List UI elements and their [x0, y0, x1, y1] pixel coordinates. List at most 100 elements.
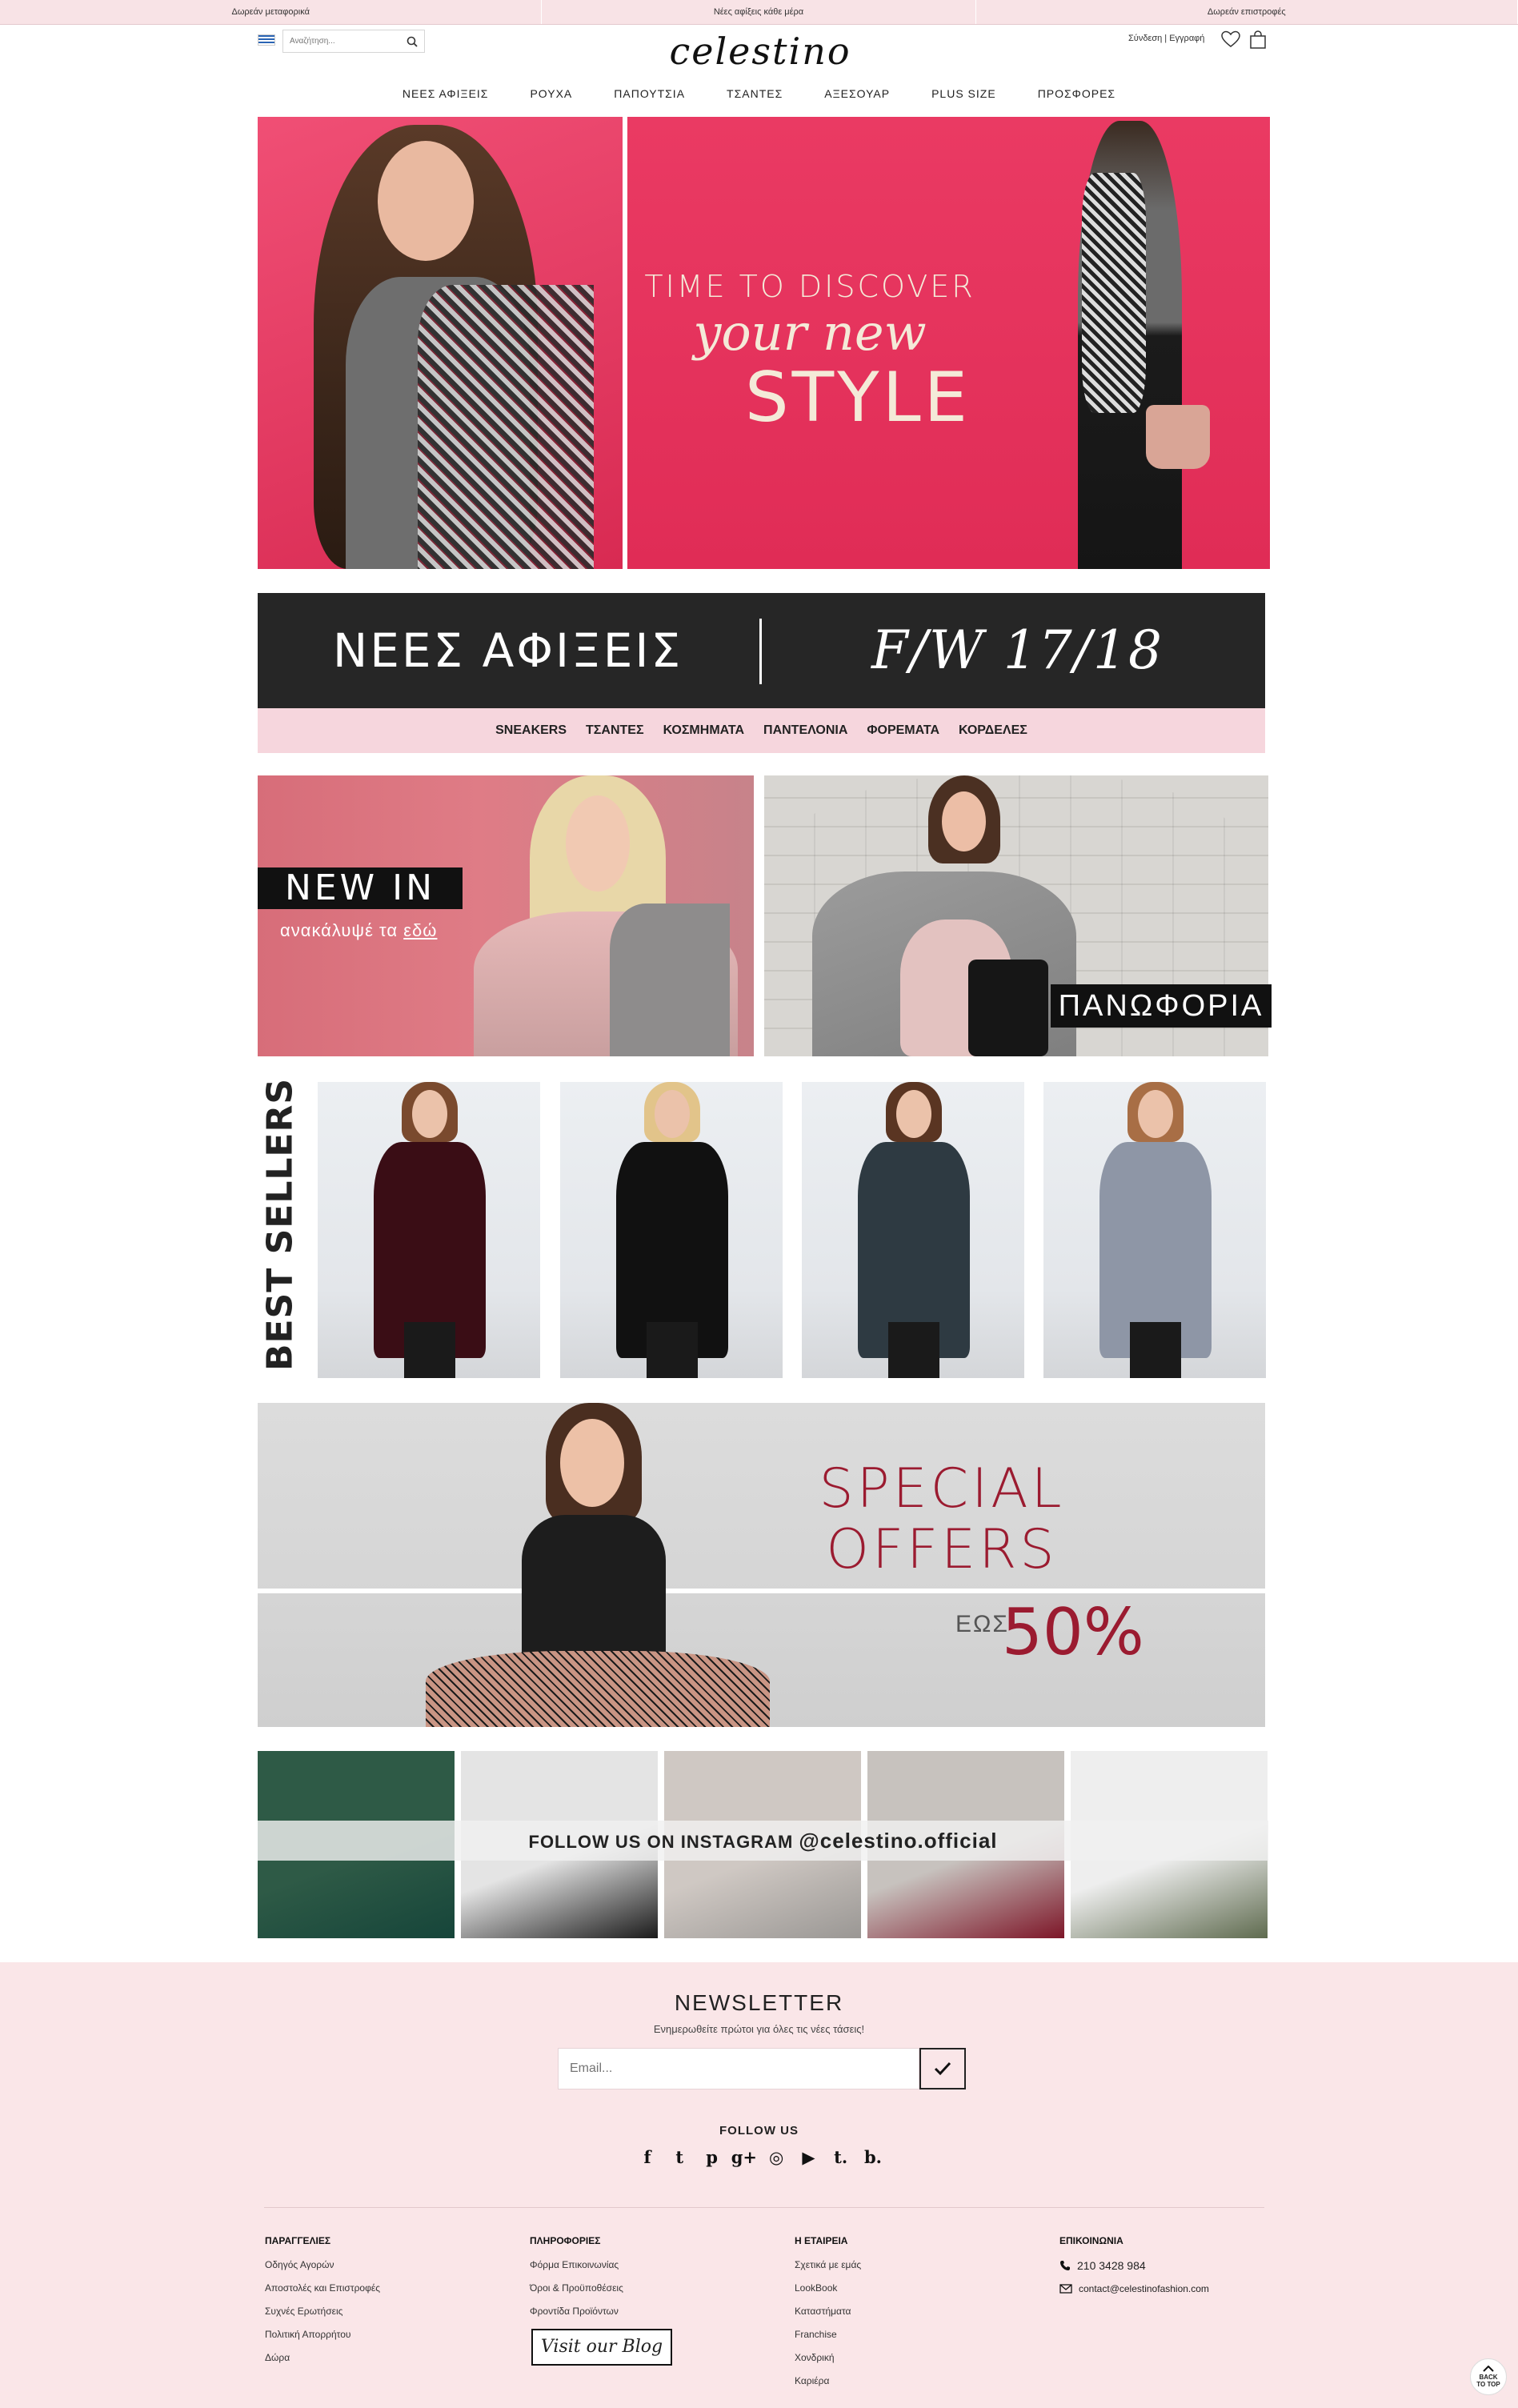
category-sneakers[interactable]: SNEAKERS: [495, 723, 567, 738]
new-in-model-collar: [610, 904, 730, 1056]
special-offers-banner[interactable]: SPECIAL OFFERS ΕΩΣ 50%: [258, 1403, 1265, 1727]
category-bags[interactable]: ΤΣΑΝΤΕΣ: [586, 723, 644, 738]
bestseller-product-3[interactable]: [802, 1082, 1024, 1378]
new-in-label[interactable]: NEW IN: [258, 867, 463, 909]
newsletter-submit-button[interactable]: [919, 2048, 966, 2089]
footer-link[interactable]: Φόρμα Επικοινωνίας: [530, 2259, 623, 2270]
bestseller-product-1[interactable]: [318, 1082, 540, 1378]
footer-link[interactable]: Οδηγός Αγορών: [265, 2259, 380, 2270]
visit-blog-button[interactable]: Visit our Blog: [531, 2329, 672, 2366]
bestseller-product-2[interactable]: [560, 1082, 783, 1378]
new-in-tile[interactable]: [258, 775, 754, 1056]
instagram-handle[interactable]: @celestino.official: [799, 1829, 997, 1853]
search-box: [282, 30, 425, 53]
footer-link[interactable]: Φροντίδα Προϊόντων: [530, 2306, 623, 2317]
newsletter-subtitle: Ενημερωθείτε πρώτοι για όλες τις νέες τά…: [653, 2023, 865, 2035]
footer-divider: [264, 2207, 1264, 2208]
outerwear-model-face: [942, 791, 986, 851]
new-in-model-face: [566, 795, 630, 891]
search-icon[interactable]: [407, 36, 418, 47]
category-trousers[interactable]: ΠΑΝΤΕΛΟΝΙΑ: [763, 723, 847, 738]
category-dresses[interactable]: ΦΟΡΕΜΑΤΑ: [867, 723, 939, 738]
footer-link[interactable]: Πολιτική Απορρήτου: [265, 2329, 380, 2340]
footer-link[interactable]: Καταστήματα: [795, 2306, 861, 2317]
tumblr-icon[interactable]: t.: [830, 2146, 852, 2168]
contact-phone-number[interactable]: 210 3428 984: [1077, 2259, 1146, 2272]
hero-line-2: your new: [693, 303, 927, 362]
phone-icon: [1060, 2261, 1070, 2270]
product-2-face: [655, 1090, 690, 1138]
nav-shoes[interactable]: ΠΑΠΟΥΤΣΙΑ: [593, 83, 706, 104]
contact-phone: 210 3428 984: [1059, 2259, 1209, 2272]
footer-link[interactable]: Franchise: [795, 2329, 861, 2340]
facebook-icon[interactable]: f: [636, 2146, 659, 2168]
footer-link[interactable]: Συχνές Ερωτήσεις: [265, 2306, 380, 2317]
product-2-legs: [647, 1322, 698, 1378]
nav-plus-size[interactable]: PLUS SIZE: [911, 83, 1017, 104]
footer-link[interactable]: Δώρα: [265, 2352, 380, 2363]
newsletter-title: NEWSLETTER: [674, 1990, 844, 2015]
back-to-top-button[interactable]: BACK TO TOP: [1470, 2358, 1507, 2395]
blog-icon[interactable]: b.: [862, 2146, 884, 2168]
new-in-subtitle-text: ανακάλυψέ τα: [280, 920, 399, 940]
footer-link[interactable]: Σχετικά με εμάς: [795, 2259, 861, 2270]
offers-model-legs: [426, 1651, 770, 1727]
product-4-legs: [1130, 1322, 1181, 1378]
outerwear-label[interactable]: ΠΑΝΩΦΟΡΙΑ: [1051, 984, 1272, 1028]
back-to-top-line-1: BACK: [1479, 2374, 1498, 2381]
youtube-icon[interactable]: ▶: [797, 2146, 819, 2168]
season-label: F/W 17/18: [871, 619, 1164, 681]
product-1-face: [412, 1090, 447, 1138]
bestseller-product-4[interactable]: [1043, 1082, 1266, 1378]
instagram-follow-band[interactable]: FOLLOW US ON INSTAGRAM @celestino.offici…: [258, 1821, 1268, 1861]
footer-company-title: Η ΕΤΑΙΡΕΙΑ: [795, 2235, 848, 2246]
nav-bags[interactable]: ΤΣΑΝΤΕΣ: [706, 83, 803, 104]
footer-orders-title: ΠΑΡΑΓΓΕΛΙΕΣ: [265, 2235, 331, 2246]
newsletter-email-input[interactable]: [558, 2048, 919, 2089]
main-navigation: ΝΕΕΣ ΑΦΙΞΕΙΣ ΡΟΥΧΑ ΠΑΠΟΥΤΣΙΑ ΤΣΑΝΤΕΣ ΑΞΕ…: [0, 83, 1518, 104]
footer-col-orders: ΠΑΡΑΓΓΕΛΙΕΣ Οδηγός Αγορών Αποστολές και …: [265, 2235, 380, 2375]
site-logo[interactable]: celestino: [656, 30, 864, 72]
envelope-icon: [1059, 2284, 1072, 2294]
footer-link[interactable]: Καριέρα: [795, 2375, 861, 2386]
contact-email-address[interactable]: contact@celestinofashion.com: [1079, 2283, 1209, 2294]
category-jewelry[interactable]: ΚΟΣΜΗΜΑΤΑ: [663, 723, 744, 738]
nav-accessories[interactable]: ΑΞΕΣΟΥΑΡ: [803, 83, 911, 104]
footer-col-info: ΠΛΗΡΟΦΟΡΙΕΣ Φόρμα Επικοινωνίας Όροι & Πρ…: [530, 2235, 623, 2329]
best-sellers-heading: BEST SELLERS: [240, 1078, 320, 1371]
offers-up-to: ΕΩΣ: [955, 1611, 1009, 1637]
offers-title: SPECIAL OFFERS: [754, 1459, 1130, 1581]
instagram-icon[interactable]: ◎: [765, 2146, 787, 2168]
login-register-link[interactable]: Σύνδεση | Εγγραφή: [1128, 34, 1204, 43]
shopping-bag-icon[interactable]: [1249, 30, 1267, 50]
hero-model-left-scarf: [418, 285, 594, 569]
pinterest-icon[interactable]: p: [701, 2146, 723, 2168]
product-3-face: [896, 1090, 931, 1138]
back-to-top-line-2: TO TOP: [1476, 2381, 1500, 2388]
new-arrivals-banner[interactable]: ΝΕΕΣ ΑΦΙΞΕΙΣ F/W 17/18: [258, 593, 1265, 708]
nav-offers[interactable]: ΠΡΟΣΦΟΡΕΣ: [1017, 83, 1136, 104]
footer-link[interactable]: Χονδρική: [795, 2352, 861, 2363]
footer-link[interactable]: Όροι & Προϋποθέσεις: [530, 2282, 623, 2294]
offers-model-face: [560, 1419, 624, 1507]
language-flag-icon[interactable]: [258, 34, 275, 46]
new-arrivals-title: ΝΕΕΣ ΑΦΙΞΕΙΣ: [332, 623, 683, 678]
nav-new-arrivals[interactable]: ΝΕΕΣ ΑΦΙΞΕΙΣ: [382, 83, 510, 104]
new-in-link[interactable]: εδώ: [403, 920, 437, 940]
footer-col-contact: ΕΠΙΚΟΙΝΩΝΙΑ 210 3428 984 contact@celesti…: [1059, 2235, 1209, 2306]
twitter-icon[interactable]: t: [668, 2146, 691, 2168]
nav-clothing[interactable]: ΡΟΥΧΑ: [509, 83, 593, 104]
arrivals-category-bar: SNEAKERS ΤΣΑΝΤΕΣ ΚΟΣΜΗΜΑΤΑ ΠΑΝΤΕΛΟΝΙΑ ΦΟ…: [258, 708, 1265, 753]
arrivals-separator: [759, 619, 762, 684]
footer-link[interactable]: LookBook: [795, 2282, 861, 2294]
wishlist-heart-icon[interactable]: [1221, 30, 1240, 48]
hero-banner[interactable]: TIME TO DISCOVER your new STYLE: [258, 117, 1270, 569]
category-ribbons[interactable]: ΚΟΡΔΕΛΕΣ: [959, 723, 1027, 738]
google-plus-icon[interactable]: g+: [731, 2146, 757, 2168]
new-in-subtitle: ανακάλυψέ τα εδώ: [280, 920, 437, 941]
offers-model-top: [522, 1515, 666, 1667]
search-input[interactable]: [290, 37, 402, 46]
follow-us-title: FOLLOW US: [719, 2124, 799, 2138]
footer-link[interactable]: Αποστολές και Επιστροφές: [265, 2282, 380, 2294]
topbar-new-arrivals: Νέες αφίξεις κάθε μέρα: [542, 0, 976, 24]
